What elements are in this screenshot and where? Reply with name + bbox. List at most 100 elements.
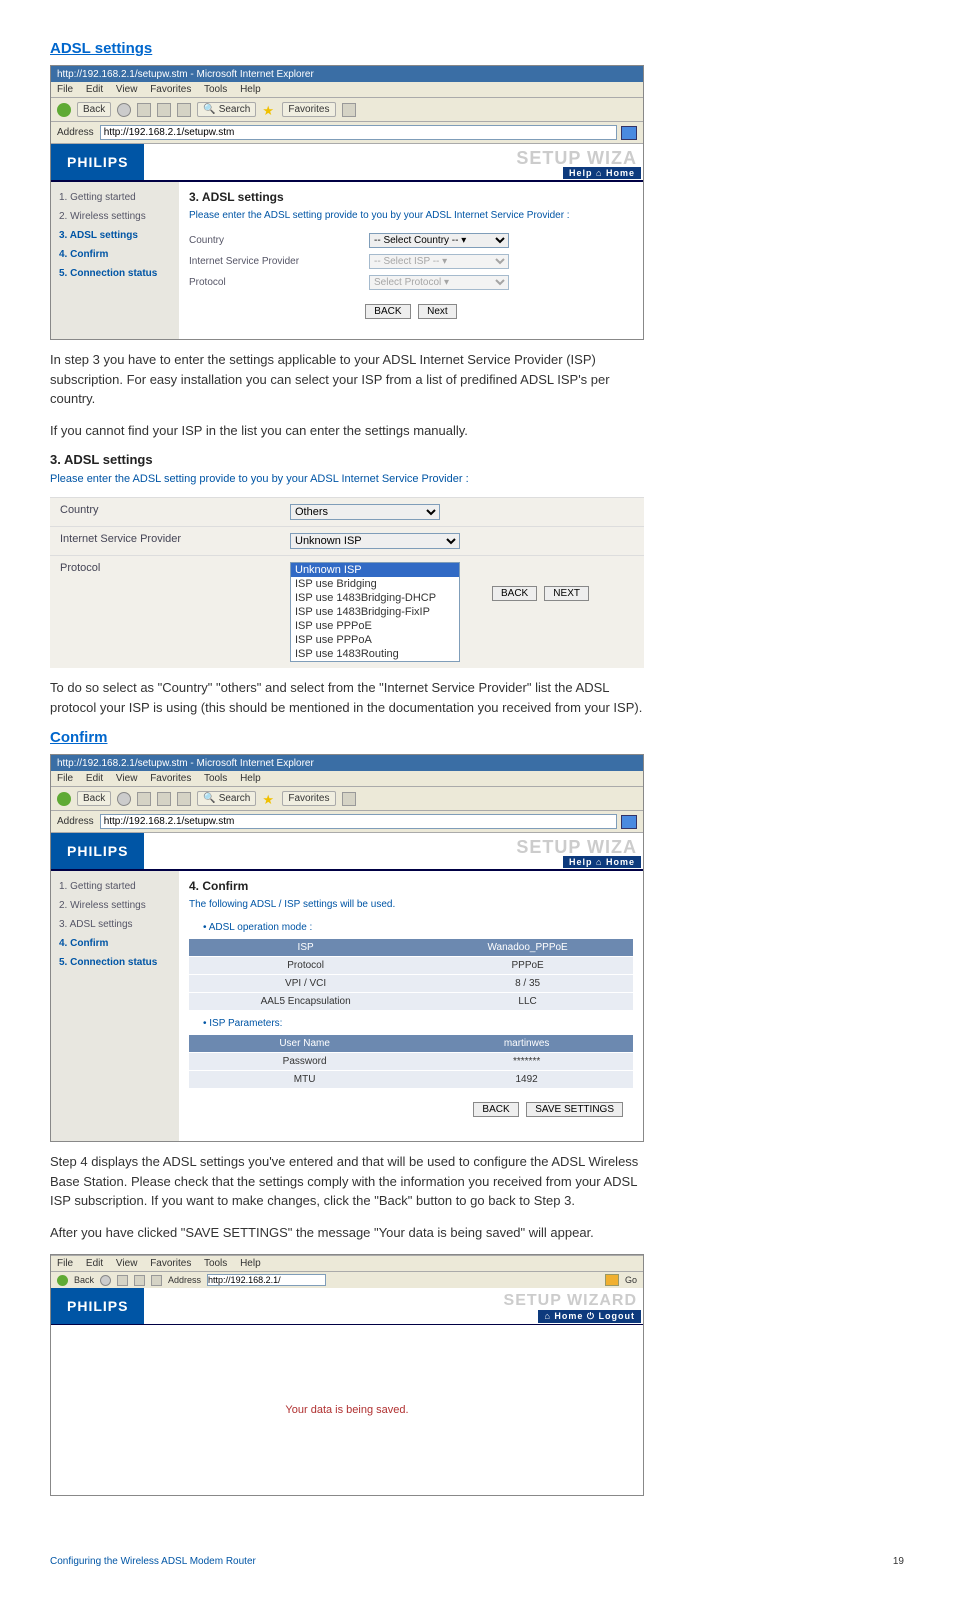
t2-r1c2: martinwes bbox=[420, 1035, 633, 1053]
next-button-inline[interactable]: NEXT bbox=[544, 586, 589, 601]
isp-option-5[interactable]: ISP use PPPoA bbox=[291, 633, 459, 647]
sidebar2-step3[interactable]: 3. ADSL settings bbox=[51, 915, 179, 934]
sidebar2-step2[interactable]: 2. Wireless settings bbox=[51, 896, 179, 915]
isp-option-4[interactable]: ISP use PPPoE bbox=[291, 619, 459, 633]
t2-r2c1: Password bbox=[189, 1053, 420, 1071]
philips-header-2: PHILIPS SETUP WIZA Help ⌂ Home bbox=[51, 833, 643, 871]
back-button-2[interactable]: Back bbox=[77, 791, 111, 806]
back-label-3[interactable]: Back bbox=[74, 1275, 94, 1285]
adsl-hint: Please enter the ADSL setting provide to… bbox=[189, 210, 633, 221]
isp-option-3[interactable]: ISP use 1483Bridging-FixIP bbox=[291, 605, 459, 619]
favorites-star-icon-2[interactable]: ★ bbox=[262, 792, 276, 806]
isp-select[interactable]: -- Select ISP -- ▾ bbox=[369, 254, 509, 269]
ie-titlebar: http://192.168.2.1/setupw.stm - Microsof… bbox=[51, 66, 643, 82]
address-input-3[interactable] bbox=[207, 1274, 326, 1286]
back-icon[interactable] bbox=[57, 103, 71, 117]
paragraph-1: In step 3 you have to enter the settings… bbox=[50, 350, 644, 409]
media-icon-2[interactable] bbox=[342, 792, 356, 806]
menu-view[interactable]: View bbox=[116, 84, 138, 95]
country-select-2[interactable]: Others bbox=[290, 504, 440, 520]
go-button-3[interactable] bbox=[605, 1274, 619, 1286]
isp-dropdown-open[interactable]: Unknown ISP ISP use Bridging ISP use 148… bbox=[290, 562, 460, 662]
stop-icon[interactable] bbox=[137, 103, 151, 117]
refresh-icon-2[interactable] bbox=[157, 792, 171, 806]
menu-tools[interactable]: Tools bbox=[204, 84, 227, 95]
help-home-link-2[interactable]: Help ⌂ Home bbox=[563, 856, 641, 868]
ie-menubar-2: File Edit View Favorites Tools Help bbox=[51, 771, 643, 787]
footer-page: 19 bbox=[893, 1556, 904, 1567]
search-button-2[interactable]: 🔍 Search bbox=[197, 791, 256, 806]
confirm-back-button[interactable]: BACK bbox=[473, 1102, 518, 1117]
home-logout-link[interactable]: ⌂ Home ⏻ Logout bbox=[538, 1310, 641, 1323]
media-icon[interactable] bbox=[342, 103, 356, 117]
philips-logo-2: PHILIPS bbox=[51, 833, 144, 869]
isp-option-1[interactable]: ISP use Bridging bbox=[291, 577, 459, 591]
favorites-star-icon[interactable]: ★ bbox=[262, 103, 276, 117]
isp-option-0[interactable]: Unknown ISP bbox=[291, 563, 459, 577]
t1-r1c1: Protocol bbox=[189, 957, 422, 975]
back-icon-3[interactable] bbox=[57, 1275, 68, 1286]
stop-icon-2[interactable] bbox=[137, 792, 151, 806]
menu-help[interactable]: Help bbox=[240, 84, 261, 95]
menu-tools-2[interactable]: Tools bbox=[204, 773, 227, 784]
paragraph-3: To do so select as "Country" "others" an… bbox=[50, 678, 644, 717]
isp-option-2[interactable]: ISP use 1483Bridging-DHCP bbox=[291, 591, 459, 605]
sidebar-step5[interactable]: 5. Connection status bbox=[51, 264, 179, 283]
go-button[interactable] bbox=[621, 126, 637, 140]
sidebar2-step1[interactable]: 1. Getting started bbox=[51, 877, 179, 896]
home-icon-3[interactable] bbox=[151, 1275, 162, 1286]
menu-favorites-2[interactable]: Favorites bbox=[150, 773, 191, 784]
sidebar-step4[interactable]: 4. Confirm bbox=[51, 245, 179, 264]
address-input-2[interactable] bbox=[100, 814, 617, 829]
ie-addressbar-2: Address bbox=[51, 811, 643, 833]
confirm-table-2: User Namemartinwes Password******* MTU14… bbox=[189, 1035, 633, 1088]
menu-edit-3[interactable]: Edit bbox=[86, 1258, 103, 1269]
isp-option-6[interactable]: ISP use 1483Routing bbox=[291, 647, 459, 661]
sidebar-step3[interactable]: 3. ADSL settings bbox=[51, 226, 179, 245]
favorites-button[interactable]: Favorites bbox=[282, 102, 335, 117]
go-button-2[interactable] bbox=[621, 815, 637, 829]
sidebar2-step5[interactable]: 5. Connection status bbox=[51, 953, 179, 972]
wizard-sidebar-2: 1. Getting started 2. Wireless settings … bbox=[51, 871, 179, 1141]
menu-help-2[interactable]: Help bbox=[240, 773, 261, 784]
search-button[interactable]: 🔍 Search bbox=[197, 102, 256, 117]
menu-favorites-3[interactable]: Favorites bbox=[150, 1258, 191, 1269]
country-select[interactable]: -- Select Country -- ▾ bbox=[369, 233, 509, 248]
sidebar-step1[interactable]: 1. Getting started bbox=[51, 188, 179, 207]
back-icon-2[interactable] bbox=[57, 792, 71, 806]
forward-icon-3[interactable] bbox=[100, 1275, 111, 1286]
favorites-button-2[interactable]: Favorites bbox=[282, 791, 335, 806]
sidebar2-step4[interactable]: 4. Confirm bbox=[51, 934, 179, 953]
bullet-isp-params: ISP Parameters: bbox=[203, 1018, 633, 1029]
forward-icon-2[interactable] bbox=[117, 792, 131, 806]
sidebar-step2[interactable]: 2. Wireless settings bbox=[51, 207, 179, 226]
menu-tools-3[interactable]: Tools bbox=[204, 1258, 227, 1269]
address-input[interactable] bbox=[100, 125, 617, 140]
forward-icon[interactable] bbox=[117, 103, 131, 117]
menu-file-2[interactable]: File bbox=[57, 773, 73, 784]
home-icon-2[interactable] bbox=[177, 792, 191, 806]
protocol-select[interactable]: Select Protocol ▾ bbox=[369, 275, 509, 290]
stop-icon-3[interactable] bbox=[117, 1275, 128, 1286]
home-icon[interactable] bbox=[177, 103, 191, 117]
refresh-icon[interactable] bbox=[157, 103, 171, 117]
isp-select-2[interactable]: Unknown ISP bbox=[290, 533, 460, 549]
confirm-save-button[interactable]: SAVE SETTINGS bbox=[526, 1102, 623, 1117]
back-button[interactable]: Back bbox=[77, 102, 111, 117]
back-button-inline[interactable]: BACK bbox=[492, 586, 537, 601]
menu-view-3[interactable]: View bbox=[116, 1258, 138, 1269]
refresh-icon-3[interactable] bbox=[134, 1275, 145, 1286]
ie-addressbar: Address bbox=[51, 122, 643, 144]
menu-file-3[interactable]: File bbox=[57, 1258, 73, 1269]
help-home-link[interactable]: Help ⌂ Home bbox=[563, 167, 641, 179]
philips-logo: PHILIPS bbox=[51, 144, 144, 180]
next-button-wiz[interactable]: Next bbox=[418, 304, 457, 319]
menu-view-2[interactable]: View bbox=[116, 773, 138, 784]
menu-edit[interactable]: Edit bbox=[86, 84, 103, 95]
menu-edit-2[interactable]: Edit bbox=[86, 773, 103, 784]
menu-favorites[interactable]: Favorites bbox=[150, 84, 191, 95]
go-label-3[interactable]: Go bbox=[625, 1275, 637, 1285]
back-button-wiz[interactable]: BACK bbox=[365, 304, 410, 319]
menu-help-3[interactable]: Help bbox=[240, 1258, 261, 1269]
menu-file[interactable]: File bbox=[57, 84, 73, 95]
